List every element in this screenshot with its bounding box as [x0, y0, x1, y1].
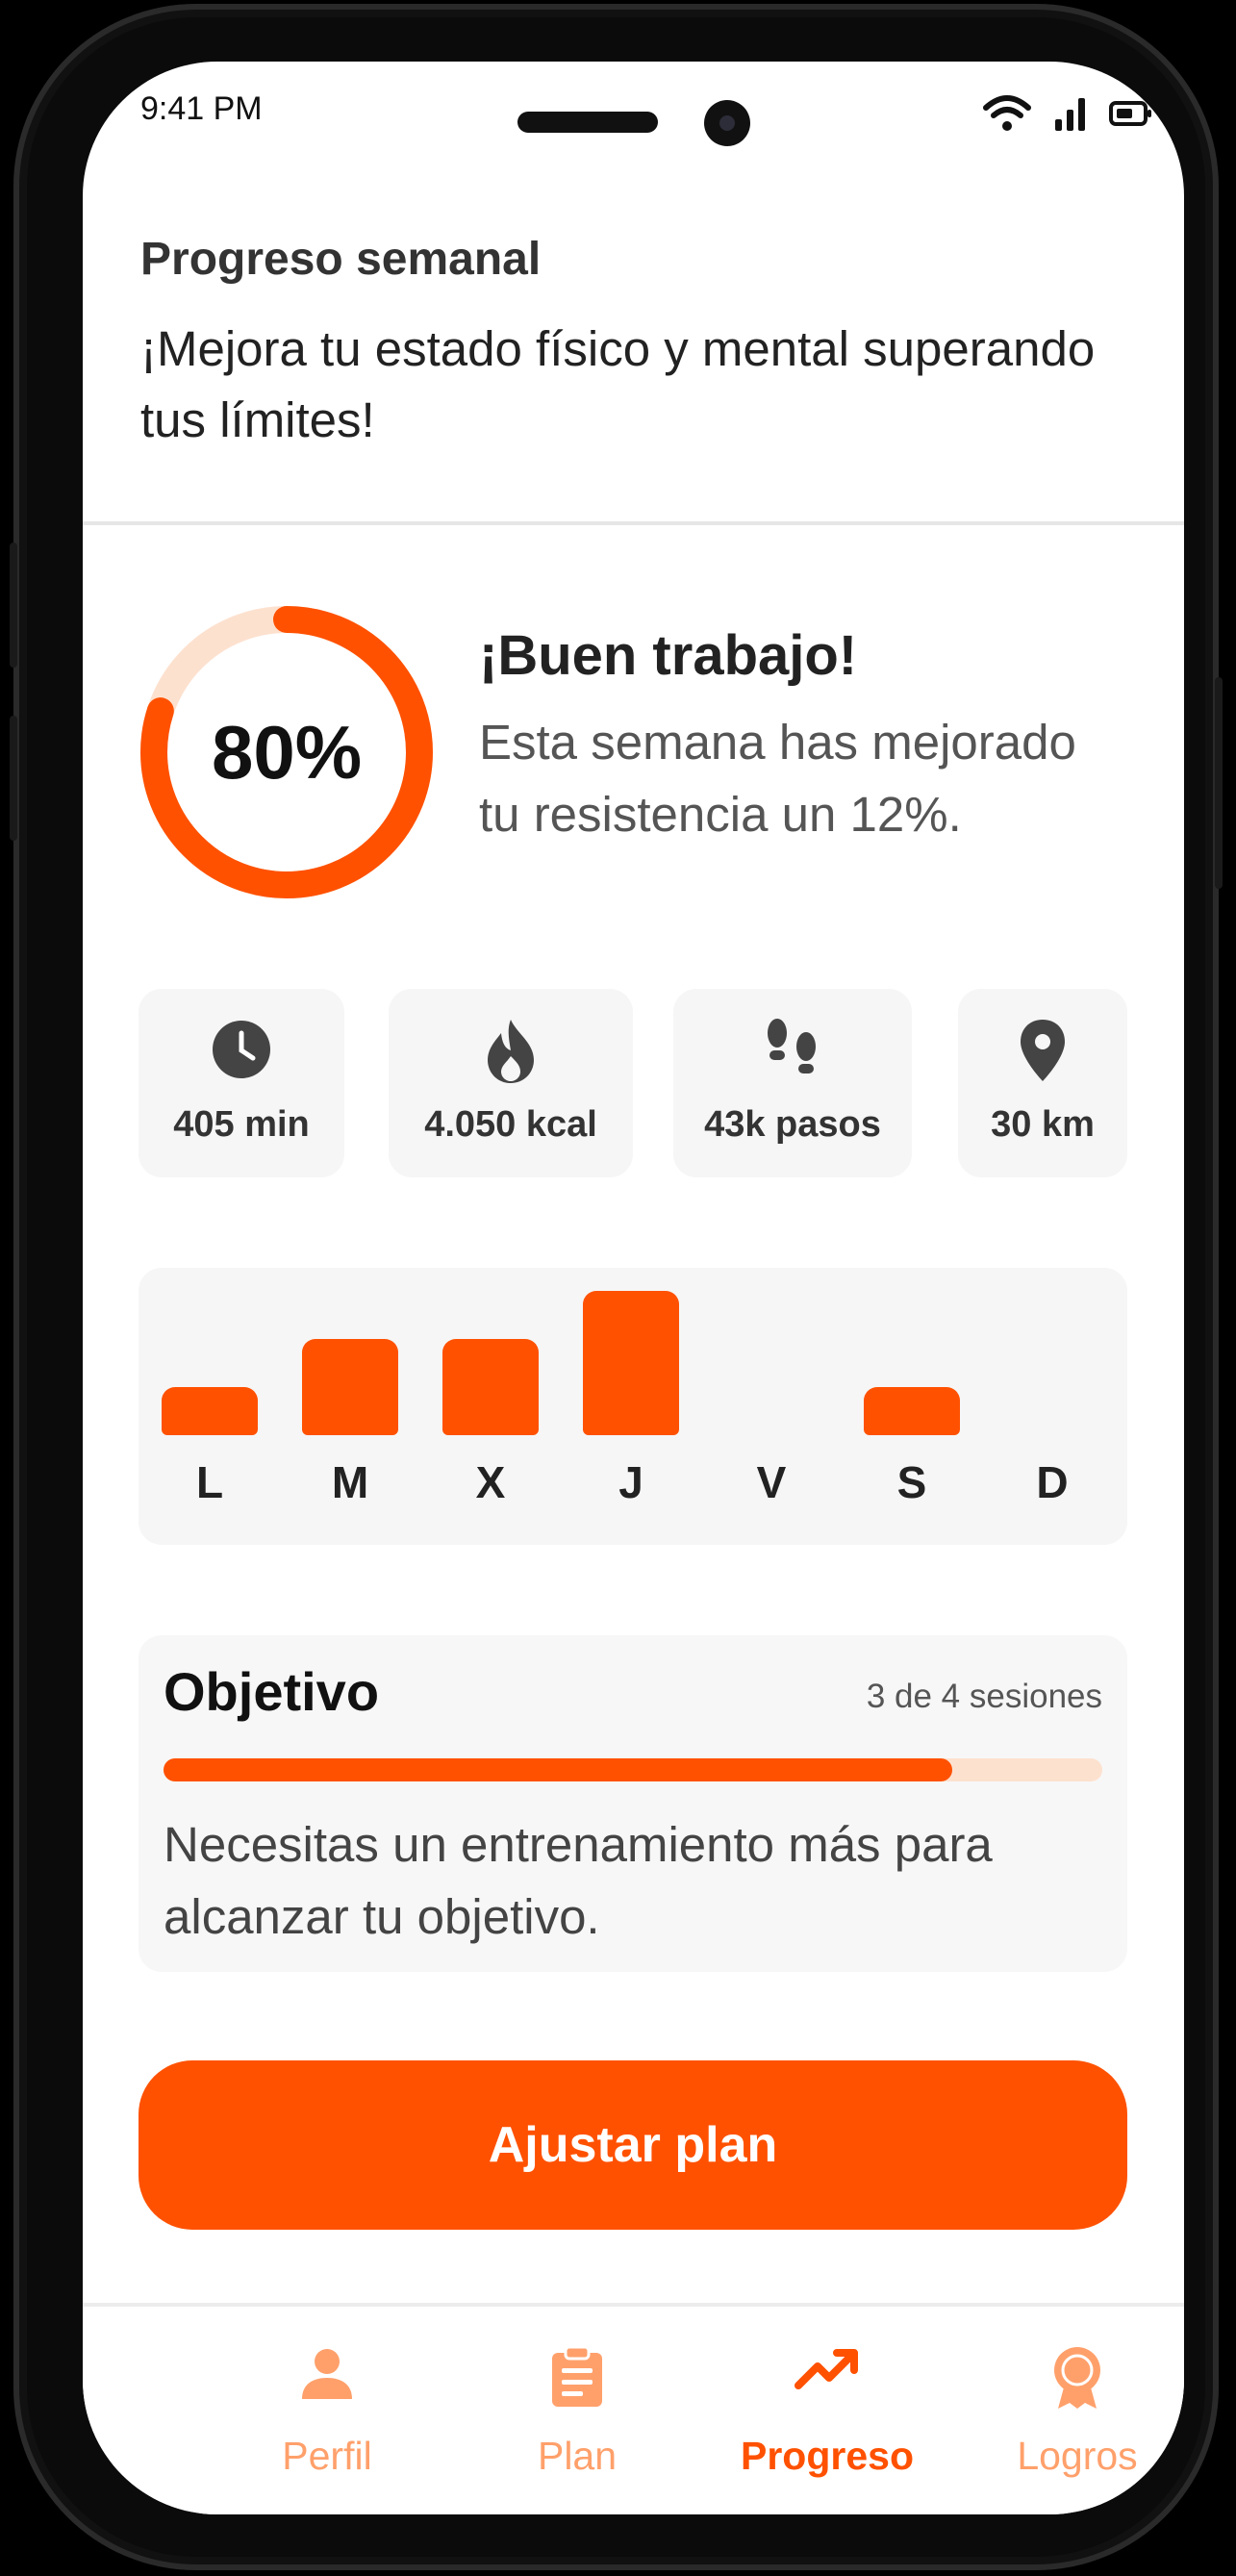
chart-bar-X	[442, 1339, 539, 1435]
goal-progress-track	[164, 1758, 1102, 1781]
stat-steps-value: 43k pasos	[704, 1104, 881, 1145]
goal-title: Objetivo	[164, 1661, 380, 1722]
volume-up-button	[10, 543, 17, 668]
power-button	[1215, 677, 1223, 889]
stat-steps-card: 43k pasos	[673, 989, 912, 1177]
summary-title: ¡Buen trabajo!	[479, 624, 858, 687]
chart-day-label: V	[756, 1457, 787, 1507]
chart-day-label: J	[618, 1457, 643, 1507]
screen: 9:41 PM Progreso semanal ¡Mejora tu esta…	[83, 62, 1184, 2514]
user-icon	[302, 2349, 352, 2399]
nav-label-plan: Plan	[537, 2434, 618, 2478]
stat-calories-card: 4.050 kcal	[389, 989, 633, 1177]
chart-day-label: X	[475, 1457, 506, 1507]
footprints-icon	[768, 1019, 816, 1073]
dynamic-island	[517, 112, 658, 133]
location-pin-icon	[1021, 1020, 1065, 1081]
chart-bar-M	[302, 1339, 398, 1435]
progress-percent: 80%	[211, 709, 363, 795]
phone-frame: 9:41 PM Progreso semanal ¡Mejora tu esta…	[10, 4, 1223, 2570]
chart-bar-J	[583, 1291, 679, 1435]
chart-day-label: D	[1036, 1457, 1069, 1507]
bottom-nav: Perfil Plan Progreso Logros	[83, 2303, 1184, 2514]
stat-time-value: 405 min	[173, 1104, 310, 1145]
status-time: 9:41 PM	[140, 90, 263, 127]
wifi-icon	[983, 95, 1031, 131]
cellular-signal-icon	[1055, 98, 1085, 131]
clock-icon	[213, 1021, 270, 1078]
stat-distance-value: 30 km	[991, 1104, 1095, 1145]
nav-item-plan[interactable]: Plan	[452, 2307, 702, 2499]
nav-label-logros: Logros	[1017, 2434, 1138, 2478]
page-title: Progreso semanal	[140, 234, 542, 285]
nav-label-progreso: Progreso	[741, 2434, 914, 2478]
stat-time-card: 405 min	[139, 989, 344, 1177]
nav-item-logros[interactable]: Logros	[952, 2307, 1184, 2499]
goal-progress-fill	[164, 1758, 952, 1781]
goal-session-count: 3 de 4 sesiones	[866, 1678, 1102, 1715]
chart-day-label: L	[195, 1457, 224, 1507]
medal-icon	[1054, 2347, 1100, 2409]
status-icons	[982, 94, 1153, 133]
flame-icon	[488, 1020, 534, 1083]
front-camera	[704, 100, 750, 146]
adjust-plan-button[interactable]: Ajustar plan	[139, 2060, 1127, 2230]
stat-distance-card: 30 km	[958, 989, 1127, 1177]
chart-day-label: S	[896, 1457, 927, 1507]
nav-item-perfil[interactable]: Perfil	[202, 2307, 452, 2499]
battery-icon	[1109, 101, 1151, 126]
weekly-activity-chart: LMXJVSD	[139, 1268, 1127, 1545]
trending-up-icon	[795, 2349, 858, 2389]
goal-message: Necesitas un entrenamiento más para alca…	[164, 1817, 993, 1944]
header-divider	[83, 521, 1184, 525]
goal-card: Objetivo 3 de 4 sesiones Necesitas un en…	[139, 1635, 1127, 1972]
volume-down-button	[10, 716, 17, 841]
clipboard-icon	[552, 2345, 602, 2407]
nav-label-perfil: Perfil	[282, 2434, 372, 2478]
nav-item-progreso[interactable]: Progreso	[702, 2307, 952, 2499]
stat-calories-value: 4.050 kcal	[424, 1104, 597, 1145]
summary-text: Esta semana has mejorado tu resistencia …	[479, 715, 1076, 842]
chart-bar-L	[162, 1387, 258, 1435]
page-subtitle: ¡Mejora tu estado físico y mental supera…	[140, 321, 1096, 447]
chart-day-label: M	[331, 1457, 369, 1507]
chart-bar-S	[864, 1387, 960, 1435]
